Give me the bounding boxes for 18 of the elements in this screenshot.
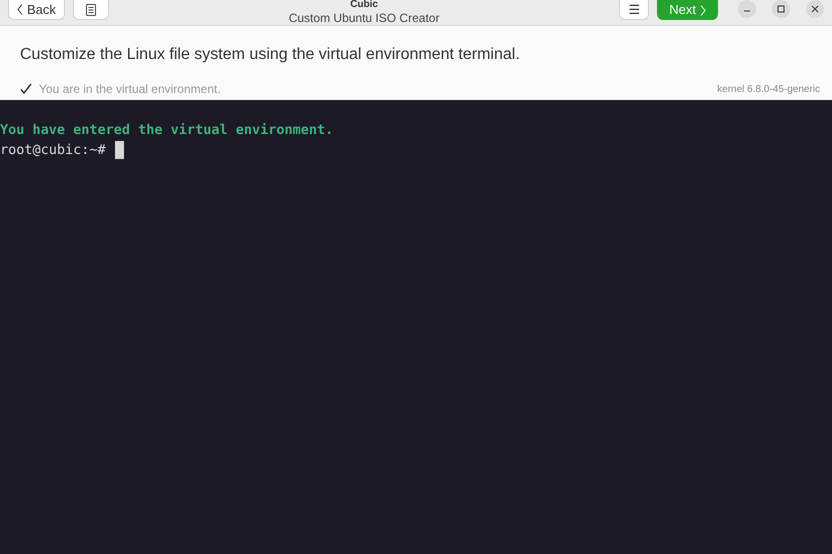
close-button[interactable] [806, 0, 824, 18]
text-cursor [114, 141, 124, 159]
maximize-button[interactable] [772, 0, 790, 18]
menu-button[interactable]: ☰ [619, 0, 650, 20]
chevron-left-icon [17, 4, 23, 15]
document-button[interactable] [72, 0, 109, 20]
close-icon [811, 5, 819, 13]
kernel-version: kernel 6.8.0-45-generic [717, 82, 820, 96]
back-button[interactable]: Back [8, 0, 65, 20]
instruction-text: Customize the Linux file system using the virtual environment terminal. [20, 45, 521, 65]
maximize-icon [777, 5, 785, 13]
window-title: Cubic [350, 0, 378, 10]
window-subtitle: Custom Ubuntu ISO Creator [288, 12, 440, 24]
chevron-right-icon [700, 4, 706, 16]
terminal-prompt: root@cubic:~# [0, 141, 106, 160]
status-text: You are in the virtual environment. [39, 81, 221, 98]
document-icon [84, 4, 97, 16]
terminal-notice: You have entered the virtual environment. [0, 121, 334, 140]
